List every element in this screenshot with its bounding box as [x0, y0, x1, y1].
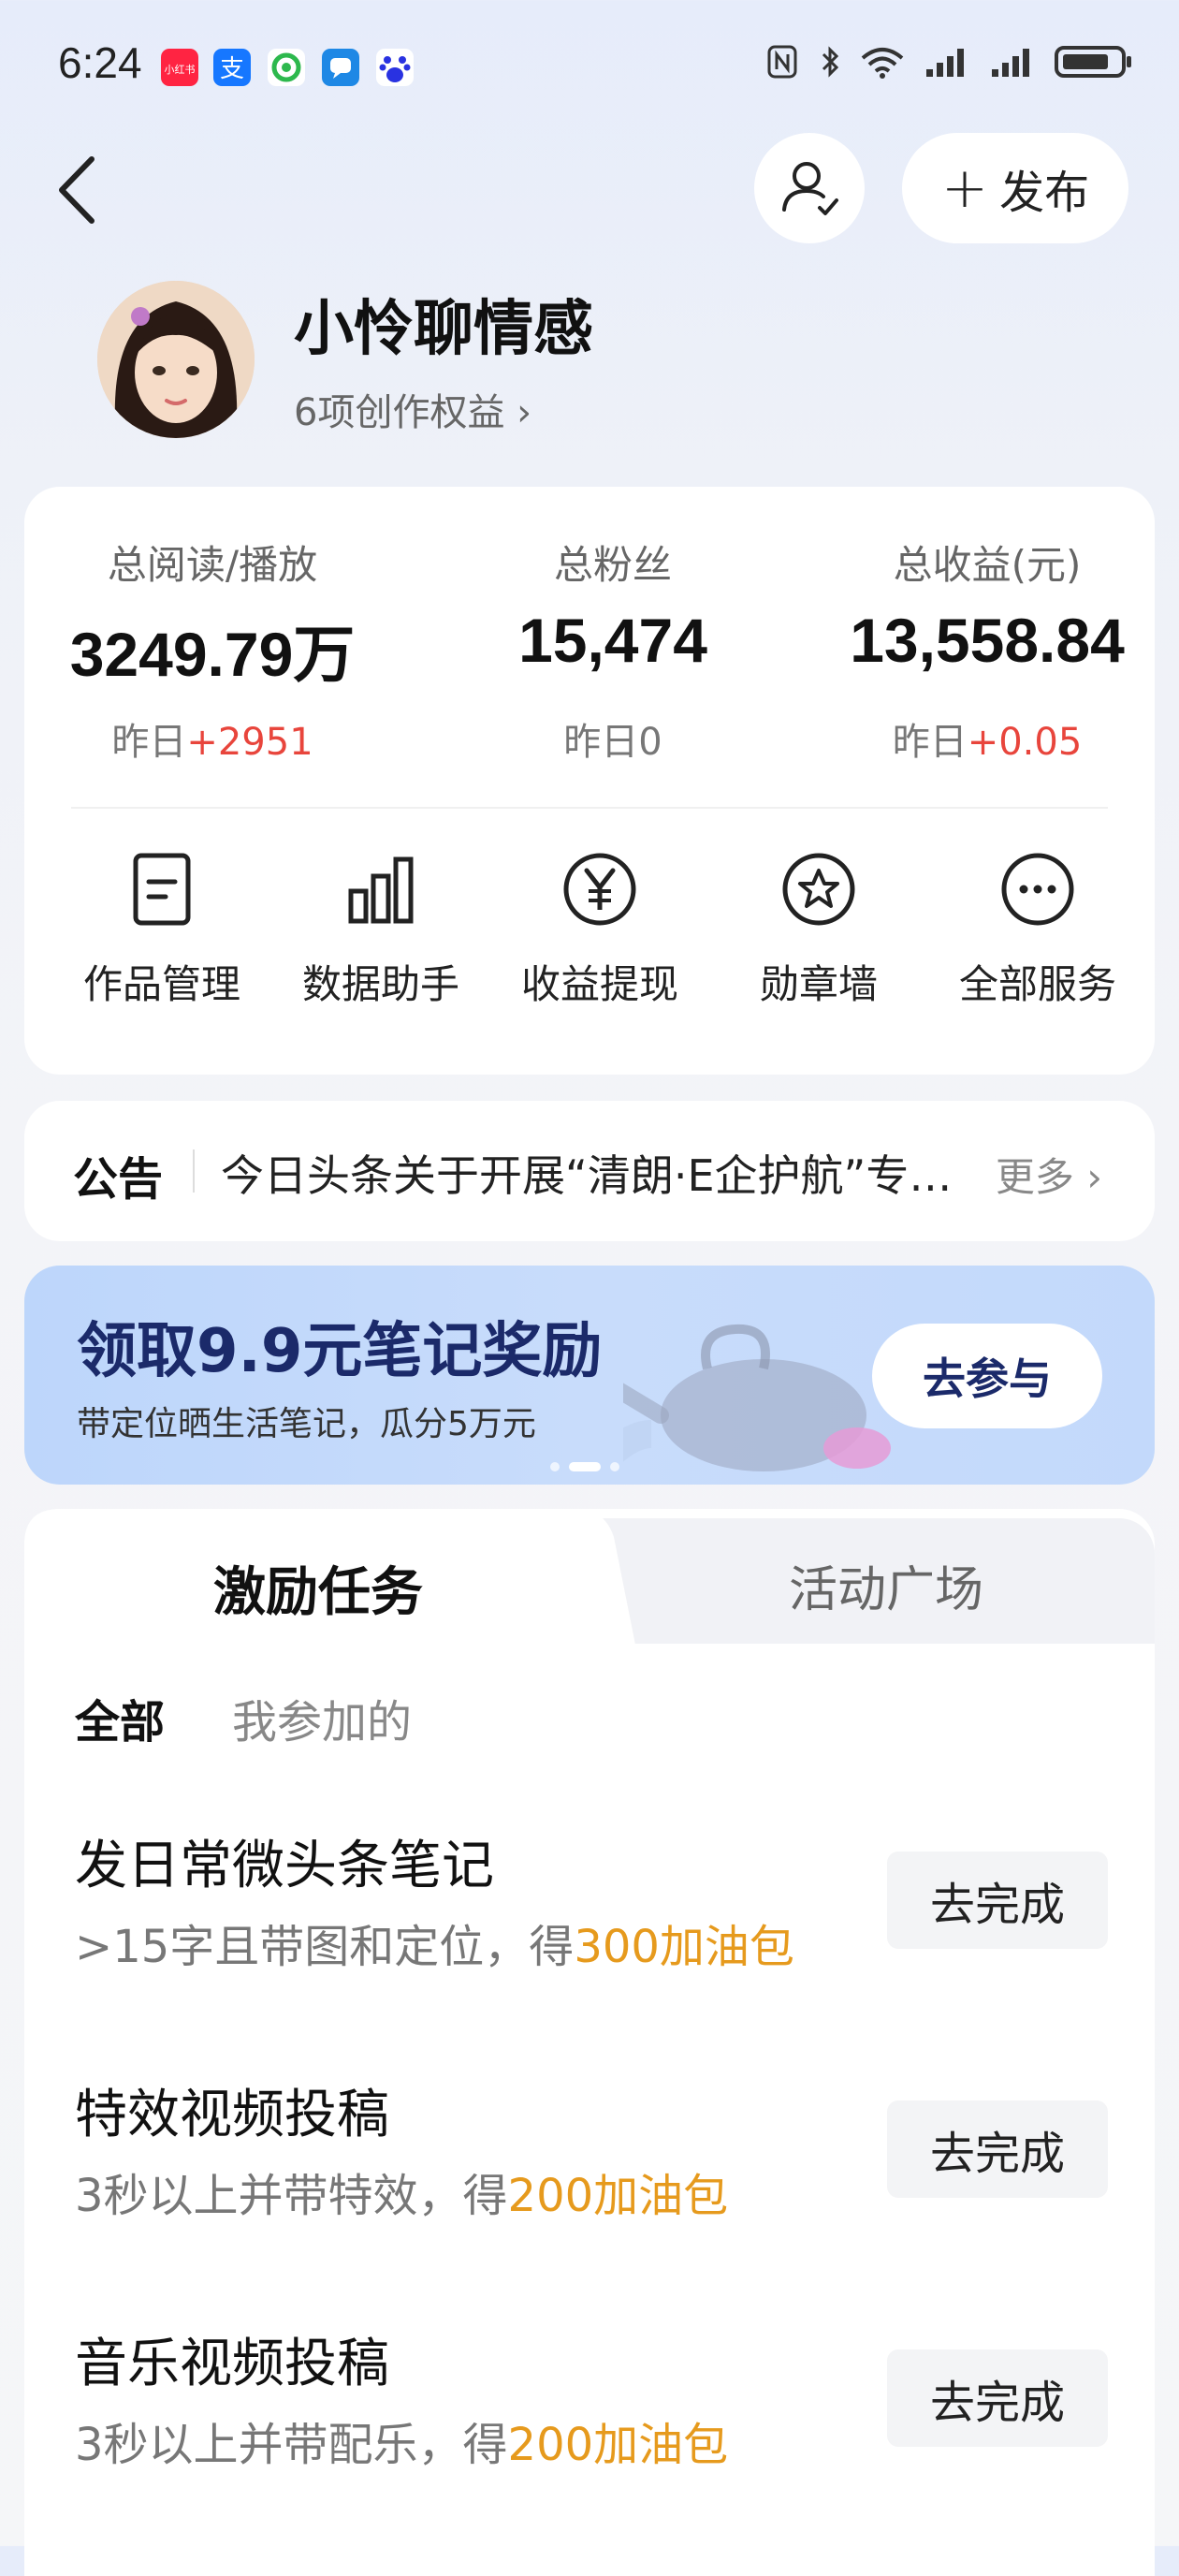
- stat-delta: 昨日0: [563, 721, 662, 764]
- document-icon: [133, 853, 191, 926]
- service-income-withdraw[interactable]: 收益提现: [490, 850, 709, 1010]
- tab-activity-square[interactable]: 活动广场: [618, 1550, 1155, 1620]
- publish-button[interactable]: + 发布: [902, 133, 1128, 243]
- service-data-assistant[interactable]: 数据助手: [271, 850, 490, 1010]
- complete-button[interactable]: 去完成: [887, 1852, 1108, 1949]
- carousel-indicator: [550, 1462, 619, 1471]
- task-reward: 200加油包: [507, 2419, 729, 2471]
- banner-title: 领取9.9元笔记奖励: [77, 1317, 603, 1386]
- status-time: 6:24: [58, 38, 142, 87]
- divider: [193, 1149, 195, 1193]
- task-item: 发日常微头条笔记 >15字且带图和定位，得300加油包 去完成: [24, 1823, 1155, 2039]
- service-label: 勋章墙: [759, 961, 878, 1007]
- task-title: 发日常微头条笔记: [75, 1836, 494, 1896]
- stats-card: 总阅读/播放 3249.79万 昨日+2951 总粉丝 15,474 昨日0 总…: [24, 487, 1155, 1075]
- service-label: 全部服务: [958, 961, 1116, 1007]
- follow-button[interactable]: [754, 133, 865, 243]
- task-reward: 300加油包: [574, 1921, 794, 1973]
- task-reward: 200加油包: [507, 2170, 729, 2222]
- banner-subtitle: 带定位晒生活笔记，瓜分5万元: [77, 1405, 536, 1443]
- task-item: 音乐视频投稿 3秒以上并带配乐，得200加油包 去完成: [24, 2321, 1155, 2537]
- creator-rights-link[interactable]: 6项创作权益 ›: [294, 382, 531, 436]
- task-desc: 3秒以上并带特效，得200加油包: [75, 2170, 729, 2222]
- complete-button[interactable]: 去完成: [887, 2100, 1108, 2198]
- service-all-services[interactable]: 全部服务: [928, 850, 1147, 1010]
- stat-value: 15,474: [518, 606, 707, 675]
- badge-icon: [782, 853, 855, 926]
- divider: [71, 807, 1108, 809]
- participate-button[interactable]: 去参与: [872, 1324, 1102, 1428]
- more-link[interactable]: 更多 ›: [996, 1146, 1102, 1203]
- svg-text:支: 支: [220, 55, 244, 83]
- service-label: 收益提现: [520, 961, 678, 1007]
- service-label: 作品管理: [82, 961, 240, 1007]
- service-badge-wall[interactable]: 勋章墙: [709, 850, 928, 1010]
- service-works-management[interactable]: 作品管理: [52, 850, 271, 1010]
- service-label: 数据助手: [301, 961, 459, 1007]
- xiaohongshu-icon: 小红书: [161, 49, 198, 86]
- back-button[interactable]: [49, 148, 105, 232]
- filter-all[interactable]: 全部: [75, 1685, 165, 1750]
- status-indicators: [764, 43, 1134, 80]
- publish-label: 发布: [999, 167, 1090, 219]
- bar-chart-icon: [348, 856, 414, 924]
- task-title: 特效视频投稿: [75, 2085, 389, 2145]
- battery-icon: [1055, 46, 1131, 78]
- chevron-left-icon: [59, 156, 95, 224]
- avatar[interactable]: [97, 281, 255, 438]
- stat-value: 13,558.84: [850, 606, 1125, 675]
- stat-label: 总收益(元): [893, 542, 1082, 588]
- signal-icon-2: [992, 49, 1029, 77]
- task-title: 音乐视频投稿: [75, 2334, 389, 2394]
- plus-icon: +: [940, 155, 989, 221]
- signal-icon-1: [926, 49, 964, 77]
- nfc-icon: [767, 45, 797, 79]
- promo-banner[interactable]: 领取9.9元笔记奖励 带定位晒生活笔记，瓜分5万元 去参与: [24, 1266, 1155, 1485]
- user-name: 小怜聊情感: [294, 295, 593, 364]
- wifi-icon: [861, 48, 904, 79]
- user-check-icon: [782, 162, 838, 215]
- bluetooth-icon: [822, 46, 839, 78]
- announcement-label: 公告: [73, 1153, 164, 1206]
- baidu-icon: [376, 49, 414, 86]
- stat-delta: 昨日+0.05: [892, 721, 1083, 764]
- complete-button[interactable]: 去完成: [887, 2349, 1108, 2447]
- stat-label: 总阅读/播放: [107, 542, 318, 588]
- yen-icon: [563, 853, 636, 926]
- announcement-text[interactable]: 今日头条关于开展“清朗·E企护航”专项行动的公告: [221, 1142, 969, 1204]
- alipay-icon: 支: [213, 49, 251, 86]
- task-desc: 3秒以上并带配乐，得200加油包: [75, 2419, 729, 2471]
- announcement-bar[interactable]: 公告 今日头条关于开展“清朗·E企护航”专项行动的公告 更多 ›: [24, 1101, 1155, 1241]
- svg-text:小红书: 小红书: [165, 64, 196, 76]
- filter-joined[interactable]: 我参加的: [232, 1685, 412, 1750]
- stat-label: 总粉丝: [553, 542, 672, 588]
- stat-delta: 昨日+2951: [111, 721, 313, 764]
- message-icon: [322, 49, 359, 86]
- more-icon: [1001, 853, 1074, 926]
- task-desc: >15字且带图和定位，得300加油包: [75, 1921, 794, 1973]
- stat-value: 3249.79万: [69, 620, 356, 689]
- tab-label: 激励任务: [213, 1562, 423, 1623]
- app-green-icon: [268, 49, 305, 86]
- tab-incentive-tasks[interactable]: 激励任务: [24, 1509, 636, 1649]
- task-item: 特效视频投稿 3秒以上并带特效，得200加油包 去完成: [24, 2072, 1155, 2288]
